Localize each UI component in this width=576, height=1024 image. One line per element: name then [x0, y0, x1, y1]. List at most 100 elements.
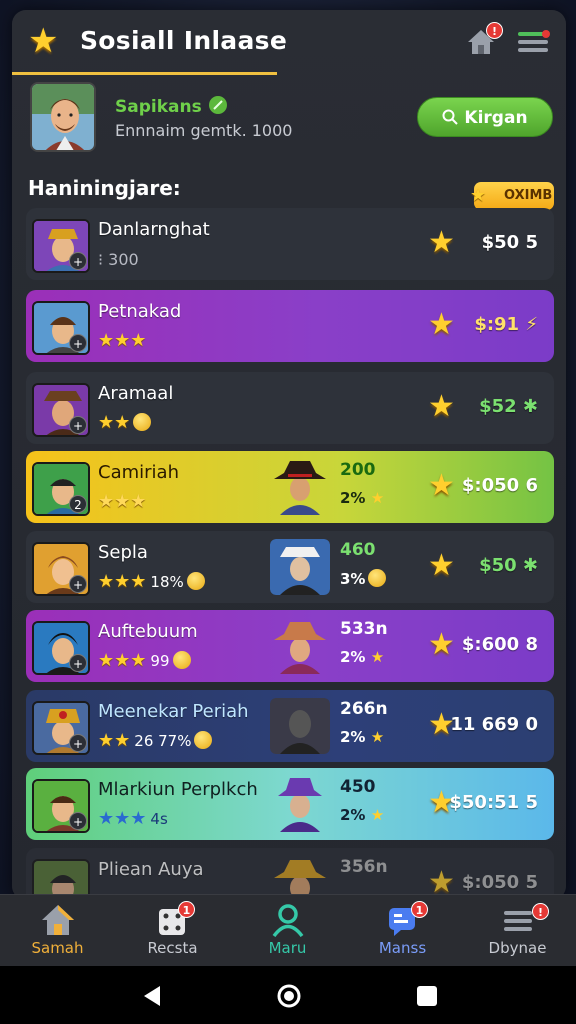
leaderboard-row[interactable]: + Petnakad ★★★ ★ $:91 ⚡ — [26, 290, 554, 362]
avatar: + — [32, 383, 90, 437]
rival-score: 450 — [340, 777, 376, 797]
rival-score: 200 — [340, 460, 376, 480]
leaderboard-row[interactable]: + Auftebuum ★★★ 99 533n 2% ★ ★ $:600 8 — [26, 610, 554, 682]
player-name: Petnakad — [98, 301, 182, 322]
player-name: Mlarkiun Perplkch — [98, 779, 258, 800]
leaderboard-row[interactable]: + Aramaal ★★ ★ $52 ✱ — [26, 372, 554, 444]
leaderboard-row[interactable]: + Sepla ★★★ 18% 460 3% ★ $50 ✱ — [26, 531, 554, 603]
main-panel: ★ Sosiall Inlaase ! Sapikans Ennnaim gem… — [12, 10, 566, 900]
user-icon — [272, 904, 304, 937]
home-circle-icon[interactable] — [276, 983, 302, 1009]
menu-button[interactable] — [518, 30, 550, 54]
avatar: + — [32, 701, 90, 755]
leaderboard-row[interactable]: + Meenekar Periah ★★ 26 77% 266n 2% ★ ★ 1… — [26, 690, 554, 762]
profile-subtitle: Ennnaim gemtk. 1000 — [115, 121, 293, 140]
nav-item-manss[interactable]: 1 Manss — [345, 895, 460, 967]
player-name: Aramaal — [98, 383, 174, 404]
star-icon: ★ — [428, 307, 455, 342]
home-icon — [42, 905, 74, 935]
player-amount: $50:51 5 — [449, 792, 538, 813]
search-button[interactable]: Kirgan — [417, 97, 553, 137]
avatar[interactable] — [30, 82, 96, 152]
coin-icon — [186, 572, 205, 590]
rival-percent: 2% ★ — [340, 648, 385, 666]
profile-name: Sapikans — [115, 95, 228, 117]
plus-icon: + — [69, 734, 87, 752]
nav-item-home[interactable]: Samah — [0, 895, 115, 967]
star-icon: ★ — [428, 627, 455, 662]
back-icon[interactable] — [140, 984, 162, 1008]
rival-score: 356n — [340, 857, 388, 877]
player-amount: $52 ✱ — [479, 396, 538, 417]
player-stars: ★★★ 18% — [98, 571, 205, 592]
bottom-nav: Samah 1 Recsta Maru 1 Manss ! Dbynae — [0, 894, 576, 966]
rival-percent: 3% — [340, 569, 387, 588]
player-name: Camiriah — [98, 462, 179, 483]
leaf-icon — [208, 96, 227, 114]
system-nav-bar — [0, 966, 576, 1024]
plus-icon: + — [69, 812, 87, 830]
star-icon: ★ — [428, 468, 455, 503]
plus-icon: + — [69, 252, 87, 270]
star-icon: ★ — [28, 21, 59, 61]
avatar: + — [32, 779, 90, 833]
plus-icon: + — [69, 654, 87, 672]
filter-chip[interactable]: ★ OXIMB — [470, 182, 554, 210]
star-icon: ★ — [428, 225, 455, 260]
rival-score: 266n — [340, 699, 388, 719]
player-stars: ★★★ — [98, 491, 147, 512]
player-name: Sepla — [98, 542, 148, 563]
leaderboard-row[interactable]: + Mlarkiun Perplkch ★★★ 4s 450 2% ★ ★ $50… — [26, 768, 554, 840]
player-amount: $50 ✱ — [479, 555, 538, 576]
rival-avatar — [270, 618, 330, 674]
menu-icon — [504, 911, 532, 931]
avatar: + — [32, 542, 90, 596]
star-icon: ★ — [428, 548, 455, 583]
rival-score: 533n — [340, 619, 388, 639]
section-title: Haniningjare: — [28, 176, 181, 200]
home-button[interactable]: ! — [466, 22, 503, 56]
rival-score: 460 — [340, 540, 376, 560]
profile-card: Sapikans Ennnaim gemtk. 1000 Kirgan — [28, 82, 553, 160]
plus-icon: + — [69, 416, 87, 434]
menu-icon — [518, 30, 550, 52]
leaderboard-row[interactable]: 2 Camiriah ★★★ 200 2% ★ ★ $:050 6 — [26, 451, 554, 523]
plus-icon: + — [69, 575, 87, 593]
rival-avatar — [270, 459, 330, 515]
nav-item-maru[interactable]: Maru — [230, 895, 345, 967]
player-stars: ★★★ 4s — [98, 808, 168, 829]
nav-badge: 1 — [411, 901, 428, 918]
player-name: Danlarnghat — [98, 219, 210, 240]
star-icon: ★ — [470, 185, 487, 206]
coin-icon — [133, 413, 152, 431]
player-stars: ★★★ 99 — [98, 650, 191, 671]
leaderboard-row[interactable]: + Danlarnghat ⁝ 300 ★ $50 5 — [26, 208, 554, 280]
nav-item-recsta[interactable]: 1 Recsta — [115, 895, 230, 967]
rival-percent: 2% ★ — [340, 728, 385, 746]
player-stars: ★★ 26 77% — [98, 730, 213, 751]
player-stars: ★★★ — [98, 330, 147, 351]
player-amount: $:050 5 — [461, 872, 538, 893]
recents-icon[interactable] — [416, 985, 438, 1007]
player-amount: $:600 8 — [461, 634, 538, 655]
coin-icon — [172, 651, 191, 669]
page-title: Sosiall Inlaase — [80, 26, 288, 55]
avatar: + — [32, 301, 90, 355]
player-meta: ⁝ 300 — [98, 250, 139, 269]
player-name: Auftebuum — [98, 621, 198, 642]
leaderboard-row[interactable]: Pliean Auya 356n ★ $:050 5 — [26, 848, 554, 900]
player-amount: $:050 6 — [461, 475, 538, 496]
rival-avatar — [270, 776, 330, 832]
rival-avatar — [270, 698, 330, 754]
player-amount: $:91 ⚡ — [474, 314, 538, 335]
plus-icon: 2 — [69, 495, 87, 513]
player-stars: ★★ — [98, 412, 152, 433]
player-name: Meenekar Periah — [98, 701, 249, 722]
avatar: + — [32, 621, 90, 675]
player-name: Pliean Auya — [98, 859, 204, 880]
home-badge: ! — [486, 22, 503, 39]
search-icon — [442, 109, 459, 125]
header: ★ Sosiall Inlaase ! — [12, 10, 566, 76]
nav-item-dbynae[interactable]: ! Dbynae — [460, 895, 575, 967]
plus-icon: + — [69, 334, 87, 352]
